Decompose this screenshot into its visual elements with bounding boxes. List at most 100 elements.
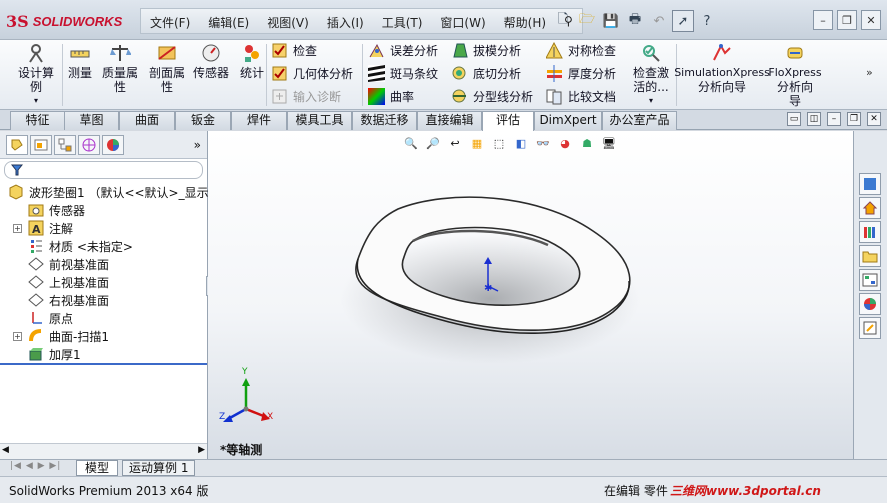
menu-edit[interactable]: 编辑(E) [199, 9, 258, 33]
tab-office-products[interactable]: 办公室产品 [602, 111, 677, 130]
tab-weldments[interactable]: 焊件 [231, 111, 287, 130]
sensor-label: 传感器 [192, 66, 229, 80]
scroll-right-icon[interactable]: ▶ [198, 445, 205, 455]
tree-item-material[interactable]: 材质 <未指定> [28, 237, 133, 255]
view-palette-icon[interactable] [859, 269, 881, 291]
expand-toggle[interactable]: + [13, 332, 22, 341]
tree-item-sensors[interactable]: 传感器 [28, 201, 85, 219]
dimxpert-manager-tab-icon[interactable] [78, 134, 100, 155]
doc-minimize-icon[interactable]: – [827, 112, 841, 126]
tab-direct-editing[interactable]: 直接编辑 [417, 111, 482, 130]
configuration-manager-tab-icon[interactable] [54, 134, 76, 155]
menu-file[interactable]: 文件(F) [141, 9, 199, 33]
panel-expand-icon[interactable]: » [194, 138, 201, 152]
section-props-label-2: 性 [160, 80, 173, 94]
statistics-button[interactable]: 统计 [238, 42, 266, 80]
tree-item-top-plane[interactable]: 上视基准面 [28, 273, 109, 291]
horizontal-scrollbar[interactable]: ◀ ▶ [0, 443, 207, 459]
menu-help[interactable]: 帮助(H) [495, 9, 555, 33]
close-icon[interactable]: ✕ [861, 10, 881, 30]
appearances-icon[interactable] [859, 293, 881, 315]
rollback-bar[interactable] [0, 363, 207, 365]
graphics-area[interactable]: 🔍 🔎 ↩ ▦ ⬚ ◧ 👓 ◕ ☗ 🖥 ✱ Y X Z *等轴测 [208, 131, 853, 459]
tab-surfaces[interactable]: 曲面 [119, 111, 175, 130]
thickness-analysis-button[interactable]: 厚度分析 [546, 65, 616, 82]
restore-icon[interactable]: ❐ [837, 10, 857, 30]
property-manager-tab-icon[interactable] [30, 134, 52, 155]
doc-close-icon[interactable]: ✕ [867, 112, 881, 126]
solidworks-resources-icon[interactable] [859, 173, 881, 195]
check-button[interactable]: 检查 [271, 42, 317, 59]
design-library-icon[interactable] [859, 221, 881, 243]
new-document-icon[interactable]: 🗋 [552, 10, 574, 32]
file-explorer-icon[interactable] [859, 245, 881, 267]
zebra-stripes-button[interactable]: 斑马条纹 [368, 65, 438, 82]
print-icon[interactable]: 🖶 [624, 10, 646, 32]
minimize-icon[interactable]: – [813, 10, 833, 30]
tree-label: 传感器 [49, 203, 86, 218]
ribbon-overflow-icon[interactable]: » [866, 66, 873, 79]
help-icon[interactable]: ? [696, 10, 718, 32]
ribbon-divider [362, 44, 363, 106]
menu-window[interactable]: 窗口(W) [431, 9, 494, 33]
parting-line-button[interactable]: 分型线分析 [451, 88, 533, 105]
tab-data-migration[interactable]: 数据迁移 [352, 111, 417, 130]
tree-item-right-plane[interactable]: 右视基准面 [28, 291, 109, 309]
custom-properties-icon[interactable] [859, 317, 881, 339]
symmetry-check-button[interactable]: 对称检查 [546, 42, 616, 59]
tree-filter[interactable] [4, 161, 203, 179]
tab-evaluate[interactable]: 评估 [482, 111, 534, 131]
svg-text:A: A [32, 223, 41, 236]
menu-view[interactable]: 视图(V) [258, 9, 318, 33]
menu-tools[interactable]: 工具(T) [373, 9, 432, 33]
tab-scroll-arrows-icon[interactable]: |◀ ◀ ▶ ▶| [10, 461, 61, 471]
tree-item-front-plane[interactable]: 前视基准面 [28, 255, 109, 273]
check-active-document-button[interactable]: 检查激 活的... ▾ [628, 42, 674, 108]
compare-documents-button[interactable]: 比较文档 [546, 88, 616, 105]
tree-item-surface-sweep[interactable]: 曲面-扫描1 [28, 327, 109, 345]
app-version-text: SolidWorks Premium 2013 x64 版 [9, 484, 209, 498]
feature-manager-tab-icon[interactable] [6, 134, 28, 155]
design-study-button[interactable]: 设计算 例 ▾ [12, 42, 60, 108]
select-pointer-icon[interactable]: ➚ [672, 10, 694, 32]
tree-item-origin[interactable]: 原点 [28, 309, 73, 327]
tab-model[interactable]: 模型 [76, 460, 119, 476]
tab-mold-tools[interactable]: 模具工具 [287, 111, 352, 130]
undercut-analysis-button[interactable]: 底切分析 [451, 65, 521, 82]
tree-item-thicken[interactable]: 加厚1 [28, 345, 81, 363]
solidworks-logo[interactable]: 3S SOLIDWORKS [6, 10, 122, 32]
geometry-analysis-button[interactable]: 几何体分析 [271, 65, 353, 82]
save-icon[interactable]: 💾 [600, 10, 622, 32]
scroll-left-icon[interactable]: ◀ [2, 445, 9, 455]
tab-features[interactable]: 特征 [10, 111, 65, 130]
mass-properties-button[interactable]: 质量属 性 [98, 42, 142, 94]
sensor-button[interactable]: 传感器 [192, 42, 230, 80]
draft-analysis-button[interactable]: 拔模分析 [451, 42, 521, 59]
open-folder-icon[interactable]: 🗁 [576, 10, 598, 32]
tile-horizontal-icon[interactable]: ▭ [787, 112, 801, 126]
measure-button[interactable]: 测量 [64, 42, 96, 80]
section-properties-button[interactable]: 剖面属 性 [145, 42, 189, 94]
tab-dimxpert[interactable]: DimXpert [534, 111, 602, 130]
menu-insert[interactable]: 插入(I) [318, 9, 373, 33]
import-diagnostics-button[interactable]: 输入诊断 [271, 88, 341, 105]
tab-sheet-metal[interactable]: 钣金 [175, 111, 231, 130]
tab-motion-study[interactable]: 运动算例 1 [122, 460, 196, 476]
tree-label: 曲面-扫描1 [49, 329, 109, 344]
doc-restore-icon[interactable]: ❐ [847, 112, 861, 126]
tile-vertical-icon[interactable]: ◫ [807, 112, 821, 126]
display-manager-tab-icon[interactable] [102, 134, 124, 155]
check-active-doc-icon [640, 42, 662, 64]
tree-item-annotations[interactable]: A 注解 [28, 219, 73, 237]
tab-sketch[interactable]: 草图 [64, 111, 119, 130]
deviation-analysis-button[interactable]: 误差分析 [368, 42, 438, 59]
simulationxpress-button[interactable]: SimulationXpress 分析向导 [674, 42, 770, 94]
undo-icon[interactable]: ↶ [648, 10, 670, 32]
floxpress-button[interactable]: FloXpress 分析向 导 [768, 42, 822, 108]
filter-funnel-icon [11, 164, 23, 176]
curvature-button[interactable]: 曲率 [368, 88, 414, 105]
tree-root-part[interactable]: 波形垫圈1 （默认<<默认>_显示 [8, 183, 209, 201]
editing-status-text: 在编辑 零件 [604, 484, 668, 498]
home-icon[interactable] [859, 197, 881, 219]
expand-toggle[interactable]: + [13, 224, 22, 233]
